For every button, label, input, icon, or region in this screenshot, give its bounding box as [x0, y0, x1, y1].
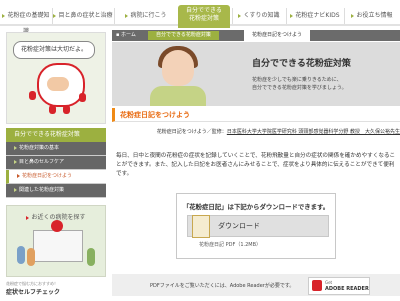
arrow-icon [17, 173, 20, 178]
self-check-title: 症状セルフチェック [6, 289, 61, 296]
arrow-icon [290, 13, 294, 18]
tab-self-care-measures[interactable]: 自分でできる 花粉症対策 [178, 5, 230, 28]
banner-subtitle: 花粉症を少しでも楽に乗りきるために、 自分でできる花粉症対策を学びましょう。 [252, 76, 392, 92]
mascot-panel: 花粉症対策は大切だよ。 [6, 32, 106, 124]
hospital-search-banner[interactable]: お近くの病院を探す [6, 205, 106, 277]
sidebar-item-label: 関連した花粉症対策 [19, 187, 65, 193]
get-adobe-reader-button[interactable]: Get ADOBE READER [308, 277, 370, 295]
arrow-icon [125, 13, 129, 18]
intro-paragraph: 毎日、日中と夜間の花粉症の症状を記録していくことで、花粉飛散量と自分の症状の関係… [116, 153, 396, 177]
download-button-label: ダウンロード [218, 222, 260, 230]
tab-label: 目と鼻の症状と治療 [58, 12, 113, 19]
breadcrumb-section[interactable]: 自分でできる花粉症対策 [148, 31, 219, 40]
download-button[interactable]: ダウンロード [187, 215, 329, 238]
diary-thumbnail-icon [192, 215, 210, 238]
tab-eye-nose-treatment[interactable]: 目と鼻の症状と治療 [52, 8, 113, 24]
person-icon [27, 248, 35, 266]
section-banner: 自分でできる花粉症対策 花粉症を少しでも楽に乗りきるために、 自分でできる花粉症… [112, 42, 400, 106]
breadcrumb: ▪ ホーム 自分でできる花粉症対策 花粉症日記をつけよう [112, 30, 400, 41]
mascot-face [47, 77, 69, 91]
sidebar-item-label: 花粉症日記をつけよう [22, 173, 73, 179]
breadcrumb-home-label: ホーム [120, 32, 136, 38]
sidebar-item-basics[interactable]: 花粉症対策の基本 [6, 142, 106, 156]
sidebar-item-diary[interactable]: 花粉症日記をつけよう [6, 170, 106, 184]
reader-label: ADOBE READER [325, 286, 369, 292]
tab-go-to-hospital[interactable]: 病院に行こう [114, 8, 177, 24]
breadcrumb-current: 花粉症日記をつけよう [244, 30, 311, 41]
tab-label-line1: 自分でできる [186, 7, 222, 14]
pdf-notice-text: PDFファイルをご覧いただくには、Adobe Readerが必要です。 [150, 283, 295, 289]
sidebar-item-label: 目と鼻のセルフケア [19, 159, 65, 165]
byline-supervisor-link[interactable]: 日本医科大学大学院医学研究科 頭頸部感覚器科学分野 教授 大久保公裕先生 [227, 129, 400, 135]
pdf-notice: PDFファイルをご覧いただくには、Adobe Readerが必要です。 Get … [112, 274, 400, 296]
arrow-icon [26, 215, 30, 220]
sidebar-menu-title: 自分でできる花粉症対策 [6, 128, 106, 142]
sidebar-item-self-care[interactable]: 目と鼻のセルフケア [6, 156, 106, 170]
breadcrumb-home[interactable]: ▪ ホーム [116, 31, 136, 40]
hospital-building-icon [33, 230, 83, 262]
person-icon [87, 248, 95, 266]
reader-get-label: Get [325, 280, 333, 285]
banner-title: 自分でできる花粉症対策 [252, 59, 351, 69]
speech-bubble: 花粉症対策は大切だよ。 [13, 41, 95, 59]
download-heading: 「花粉症日記」は下記からダウンロードできます。 [182, 203, 330, 211]
arrow-icon [238, 13, 242, 18]
page-title: 花粉症日記をつけよう [112, 108, 400, 122]
tab-label: お役立ち情報 [356, 12, 393, 19]
tab-medicine-knowledge[interactable]: くすりの知識 [232, 8, 285, 24]
mascot-arm [29, 91, 36, 100]
arrow-icon [14, 187, 17, 192]
home-icon: ▪ [116, 32, 120, 38]
tab-label: くすりの知識 [243, 12, 280, 19]
sidebar-item-related[interactable]: 関連した花粉症対策 [6, 184, 106, 198]
mascot-leg [63, 105, 70, 114]
arrow-icon [351, 13, 355, 18]
sidebar-menu: 自分でできる花粉症対策 花粉症対策の基本 目と鼻のセルフケア 花粉症日記をつけよ… [6, 128, 106, 198]
arrow-icon [14, 145, 17, 150]
arrow-icon [14, 159, 17, 164]
tab-label: 病院に行こう [130, 12, 167, 19]
tab-label: 花粉症ナビKIDS [295, 12, 340, 19]
tab-label-line2: 花粉症対策 [188, 15, 219, 22]
banner-subtitle-line2: 自分でできる花粉症対策を学びましょう。 [252, 85, 347, 91]
arrow-icon [53, 13, 57, 18]
sidebar-item-label: 花粉症対策の基本 [19, 145, 60, 151]
tab-navi-kids[interactable]: 花粉症ナビKIDS [286, 8, 343, 24]
woman-illustration [162, 50, 194, 86]
tab-basic-knowledge[interactable]: 花粉症の基礎知識 [2, 8, 50, 35]
self-check-link[interactable]: 花粉症で悩む方におすすめ！ 症状セルフチェック [6, 281, 106, 301]
person-icon [17, 246, 25, 264]
top-navigation: 花粉症の基礎知識 目と鼻の症状と治療 病院に行こう 自分でできる 花粉症対策 く… [0, 0, 400, 35]
byline-prefix: 花粉症日記をつけよう／監修： [156, 129, 227, 135]
download-panel: 「花粉症日記」は下記からダウンロードできます。 ダウンロード 花粉症日記 PDF… [176, 193, 336, 259]
adobe-reader-icon [312, 280, 322, 291]
tab-useful-info[interactable]: お役立ち情報 [344, 8, 399, 24]
woman-body [150, 86, 206, 106]
hospital-cross-icon [51, 220, 63, 232]
arrow-icon [2, 13, 6, 18]
supervisor-byline: 花粉症日記をつけよう／監修：日本医科大学大学院医学研究科 頭頸部感覚器科学分野 … [112, 128, 400, 135]
download-file-info: 花粉症日記 PDF（1.2MB） [199, 242, 262, 248]
banner-subtitle-line1: 花粉症を少しでも楽に乗りきるために、 [252, 77, 342, 83]
mascot-arm [79, 93, 86, 102]
mascot-leg [49, 105, 56, 114]
